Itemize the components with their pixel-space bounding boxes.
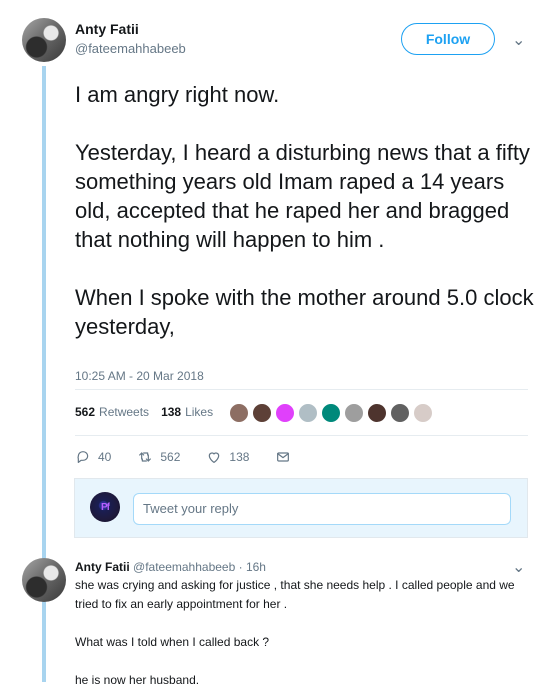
thread-line (42, 606, 46, 682)
tweet-stats: 562 Retweets 138 Likes (75, 405, 213, 419)
retweets-count: 562 (75, 405, 96, 419)
more-options-icon[interactable]: ⌄ (512, 560, 525, 576)
heart-icon (209, 452, 220, 463)
liker-avatar-8[interactable] (390, 403, 410, 423)
liker-avatar-9[interactable] (413, 403, 433, 423)
reply-author-meta[interactable]: @fateemahhabeeb · 16h (133, 560, 266, 574)
reply-author-avatar[interactable] (22, 558, 66, 602)
divider (75, 435, 528, 436)
tweet-text: I am angry right now. Yesterday, I heard… (75, 82, 534, 339)
reply-action[interactable]: 40 (75, 449, 111, 465)
divider (75, 389, 528, 390)
like-count: 138 (229, 450, 250, 464)
reply-tweet-text: she was crying and asking for justice , … (75, 578, 515, 687)
direct-message-action[interactable] (275, 449, 291, 465)
reply-composer: Pf Tweet your reply (74, 478, 528, 538)
retweet-icon (139, 452, 152, 462)
reply-count: 40 (98, 450, 112, 464)
liker-avatar-4[interactable] (298, 403, 318, 423)
like-action[interactable]: 138 (206, 449, 249, 465)
retweet-action[interactable]: 562 (137, 449, 180, 465)
likes-count: 138 (161, 405, 182, 419)
liker-avatars (229, 403, 433, 423)
current-user-avatar: Pf (90, 492, 120, 522)
reply-author-name[interactable]: Anty Fatii (75, 560, 130, 574)
author-handle[interactable]: @fateemahhabeeb (75, 41, 186, 56)
more-options-icon[interactable]: ⌄ (512, 33, 525, 49)
retweets-label: Retweets (99, 405, 150, 419)
liker-avatar-6[interactable] (344, 403, 364, 423)
reply-tweet-header: Anty Fatii @fateemahhabeeb · 16h (75, 560, 266, 574)
envelope-icon (277, 452, 290, 462)
liker-avatar-5[interactable] (321, 403, 341, 423)
follow-button[interactable]: Follow (401, 23, 495, 55)
reply-input[interactable]: Tweet your reply (133, 493, 511, 525)
tweet-actions: 40 562 138 (75, 449, 291, 465)
retweet-count: 562 (160, 450, 181, 464)
retweets-stat[interactable]: 562 Retweets (75, 405, 149, 419)
likes-label: Likes (185, 405, 214, 419)
liker-avatar-1[interactable] (229, 403, 249, 423)
reply-icon (77, 451, 89, 463)
author-name[interactable]: Anty Fatii (75, 21, 139, 37)
likes-stat[interactable]: 138 Likes (161, 405, 213, 419)
author-avatar[interactable] (22, 18, 66, 62)
liker-avatar-3[interactable] (275, 403, 295, 423)
tweet-timestamp[interactable]: 10:25 AM - 20 Mar 2018 (75, 369, 204, 383)
liker-avatar-7[interactable] (367, 403, 387, 423)
liker-avatar-2[interactable] (252, 403, 272, 423)
